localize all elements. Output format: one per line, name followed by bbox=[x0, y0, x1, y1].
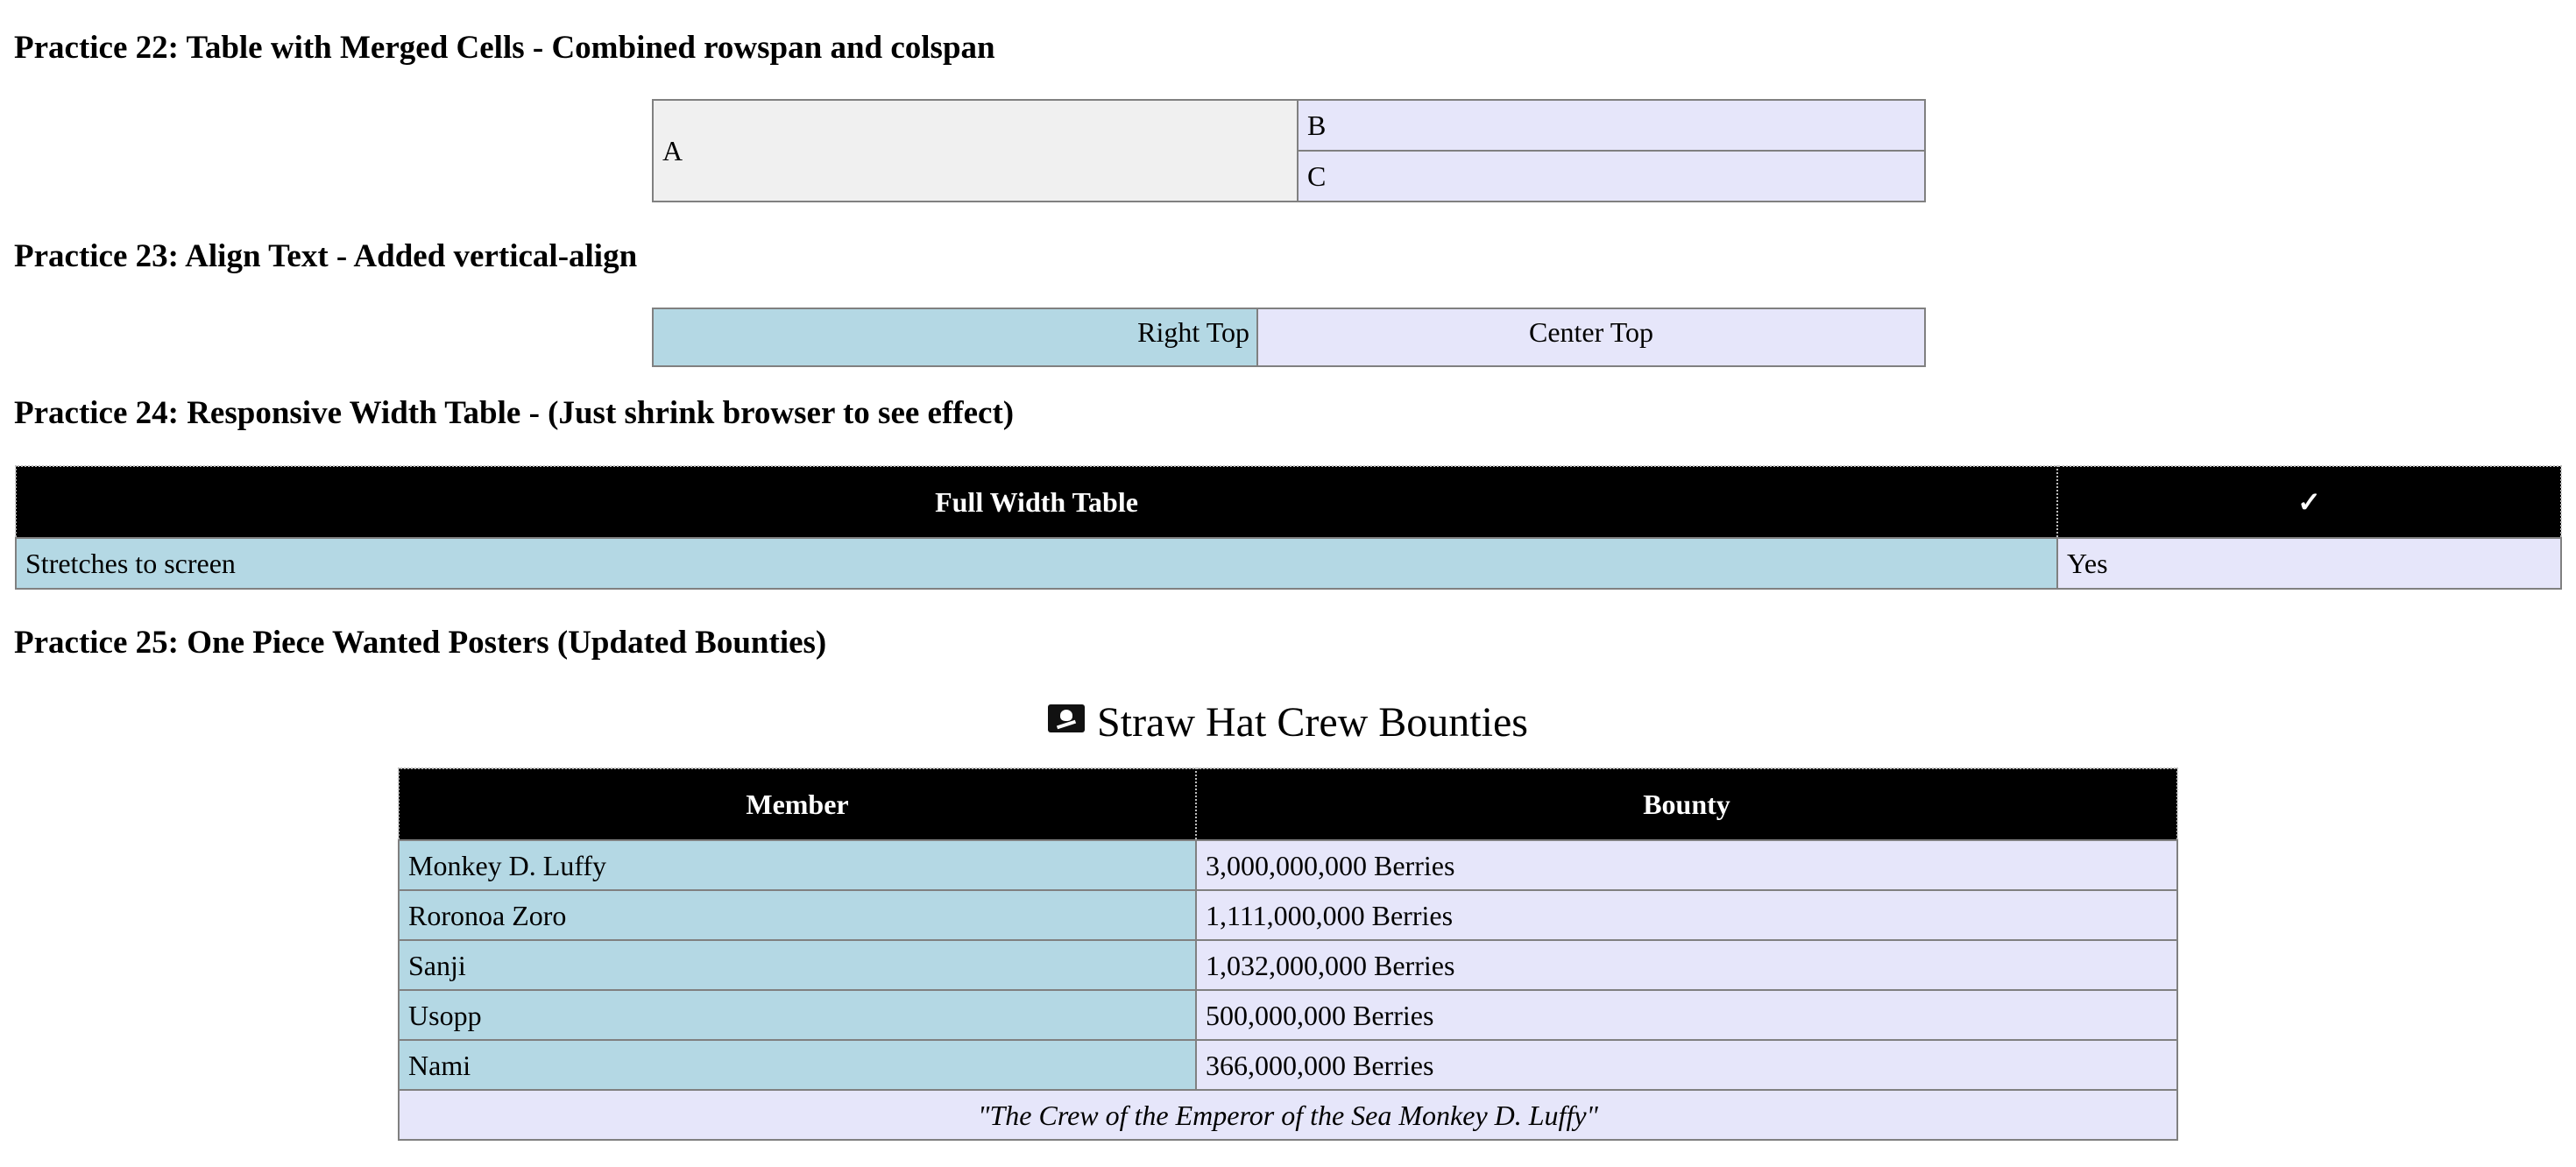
table-row: Monkey D. Luffy 3,000,000,000 Berries bbox=[398, 839, 2178, 891]
table-row: Usopp 500,000,000 Berries bbox=[398, 989, 2178, 1041]
bounty-cell: 500,000,000 Berries bbox=[1195, 989, 2178, 1041]
bounties-table: Member Bounty Monkey D. Luffy 3,000,000,… bbox=[398, 767, 2178, 1141]
bounties-caption: Straw Hat Crew Bounties bbox=[398, 698, 2178, 747]
table-footer-row: "The Crew of the Emperor of the Sea Monk… bbox=[398, 1089, 2178, 1141]
page: Practice 22: Table with Merged Cells - C… bbox=[0, 0, 2576, 1167]
column-header-bounty: Bounty bbox=[1195, 767, 2178, 841]
full-width-table: Full Width Table ✓ Stretches to screen Y… bbox=[15, 465, 2562, 590]
pirate-flag-icon bbox=[1048, 704, 1086, 732]
align-text-table: Right Top Center Top bbox=[652, 308, 1926, 367]
checkmark-icon: ✓ bbox=[2056, 465, 2562, 539]
cell-center-top: Center Top bbox=[1256, 308, 1926, 367]
cell-right-top: Right Top bbox=[652, 308, 1258, 367]
table-row: Roronoa Zoro 1,111,000,000 Berries bbox=[398, 889, 2178, 941]
member-cell: Roronoa Zoro bbox=[398, 889, 1197, 941]
member-cell: Nami bbox=[398, 1039, 1197, 1091]
column-header-member: Member bbox=[398, 767, 1197, 841]
cell-b: B bbox=[1297, 99, 1926, 152]
caption-text: Straw Hat Crew Bounties bbox=[1097, 699, 1528, 746]
crew-footer: "The Crew of the Emperor of the Sea Monk… bbox=[398, 1089, 2178, 1141]
table-row: Stretches to screen Yes bbox=[15, 537, 2562, 590]
practice-25-heading: Practice 25: One Piece Wanted Posters (U… bbox=[14, 625, 827, 661]
member-cell: Sanji bbox=[398, 939, 1197, 991]
bounty-cell: 366,000,000 Berries bbox=[1195, 1039, 2178, 1091]
bounty-cell: 3,000,000,000 Berries bbox=[1195, 839, 2178, 891]
bounty-cell: 1,032,000,000 Berries bbox=[1195, 939, 2178, 991]
cell-c: C bbox=[1297, 150, 1926, 202]
column-header-full-width: Full Width Table bbox=[15, 465, 2058, 539]
cell-stretches: Stretches to screen bbox=[15, 537, 2058, 590]
merged-cells-table: A B C bbox=[652, 99, 1926, 202]
table-header-row: Member Bounty bbox=[398, 767, 2178, 841]
table-row: Nami 366,000,000 Berries bbox=[398, 1039, 2178, 1091]
practice-23-heading: Practice 23: Align Text - Added vertical… bbox=[14, 238, 638, 274]
member-cell: Monkey D. Luffy bbox=[398, 839, 1197, 891]
member-cell: Usopp bbox=[398, 989, 1197, 1041]
table-row: Right Top Center Top bbox=[652, 308, 1926, 367]
cell-yes: Yes bbox=[2056, 537, 2562, 590]
table-header-row: Full Width Table ✓ bbox=[15, 465, 2562, 539]
practice-24-heading: Practice 24: Responsive Width Table - (J… bbox=[14, 395, 1015, 431]
cell-a: A bbox=[652, 99, 1299, 202]
bounty-cell: 1,111,000,000 Berries bbox=[1195, 889, 2178, 941]
practice-22-heading: Practice 22: Table with Merged Cells - C… bbox=[14, 30, 995, 66]
table-row: Sanji 1,032,000,000 Berries bbox=[398, 939, 2178, 991]
table-row: A B bbox=[652, 99, 1926, 202]
